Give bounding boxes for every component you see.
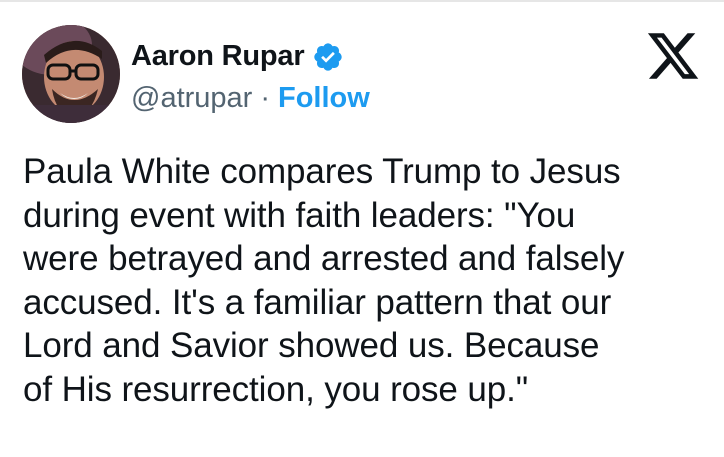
separator-dot: · bbox=[260, 82, 270, 114]
author-name-row: Aaron Rupar bbox=[131, 40, 344, 73]
follow-button[interactable]: Follow bbox=[278, 82, 370, 115]
author-handle[interactable]: @atrupar bbox=[131, 82, 252, 115]
avatar[interactable] bbox=[22, 25, 120, 123]
author-handle-row: @atrupar · Follow bbox=[131, 82, 370, 115]
x-logo-icon[interactable] bbox=[645, 28, 701, 84]
verified-badge-icon bbox=[312, 41, 344, 73]
author-name[interactable]: Aaron Rupar bbox=[131, 40, 305, 73]
profile-photo-icon bbox=[22, 25, 120, 123]
tweet-text: Paula White compares Trump to Jesus duri… bbox=[23, 152, 625, 409]
tweet-card: Aaron Rupar @atrupar · Follow Paula Whit… bbox=[0, 0, 724, 457]
